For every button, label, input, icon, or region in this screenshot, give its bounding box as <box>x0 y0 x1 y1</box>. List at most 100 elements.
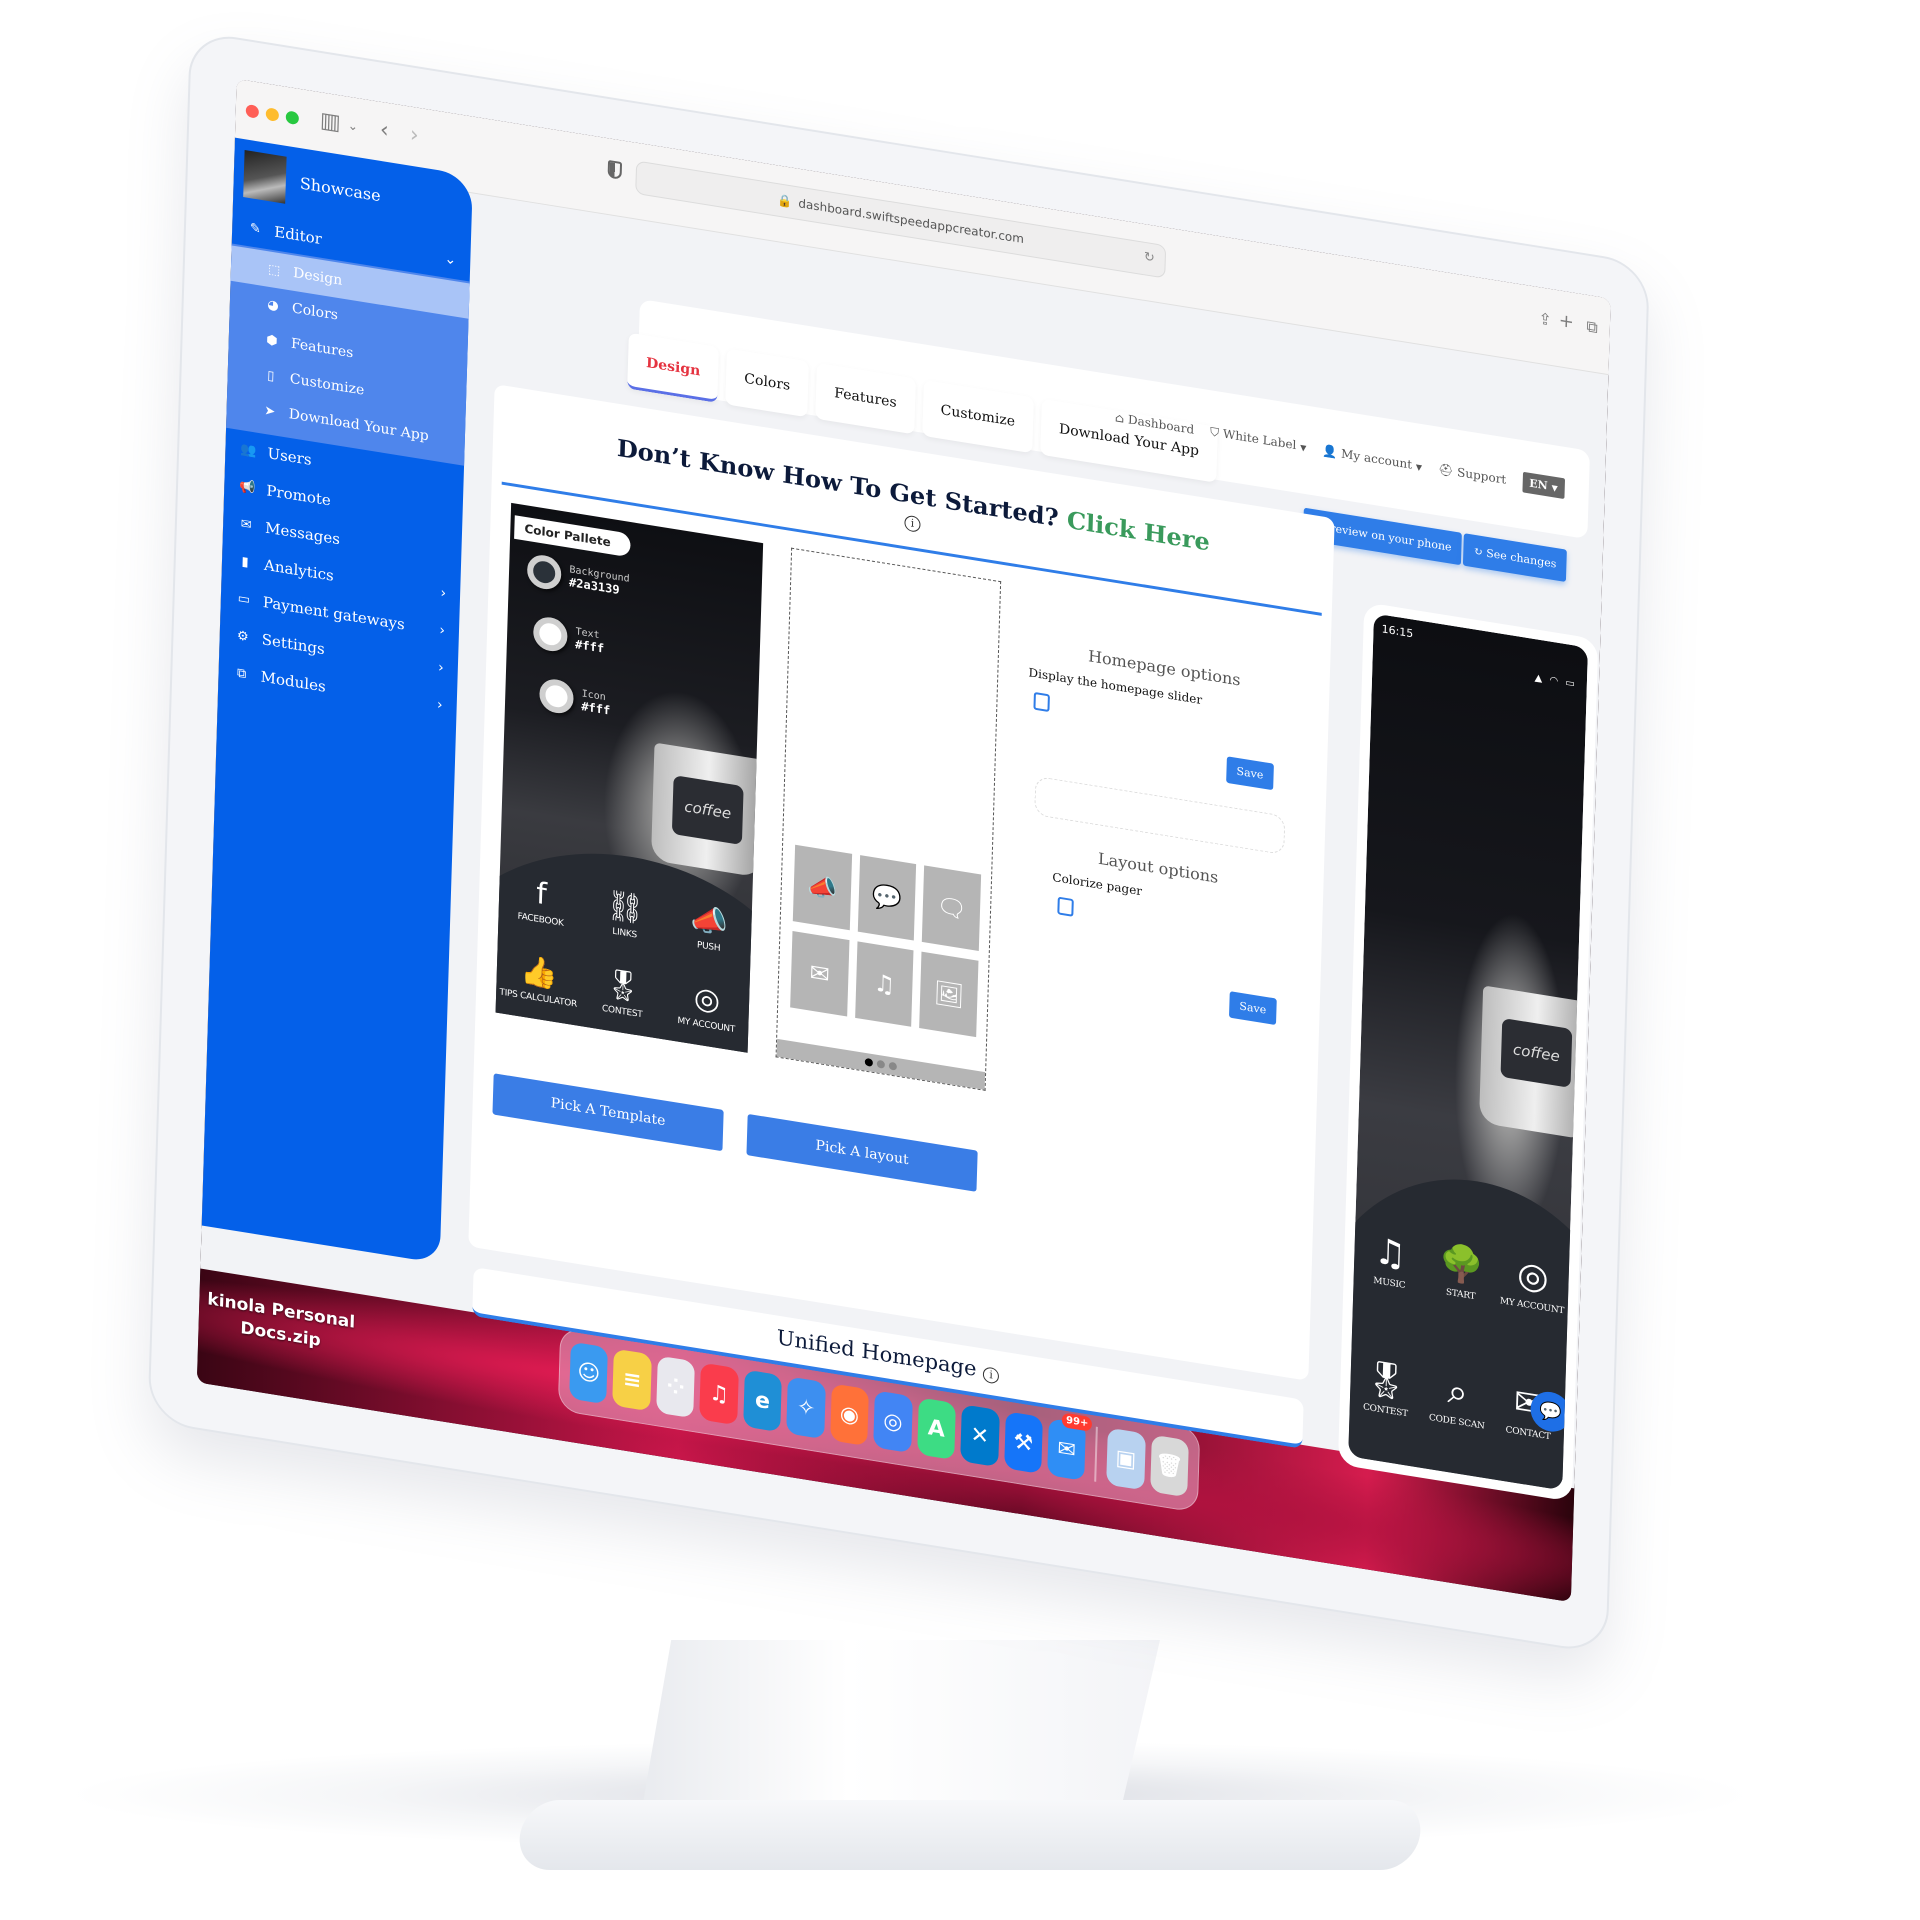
layout-tile-grid: 📣 💬 🗨 ✉ ♫ 🖼 <box>790 844 982 1038</box>
privacy-shield-icon[interactable] <box>607 159 623 180</box>
back-icon[interactable]: ‹ <box>380 118 390 144</box>
preview-on-phone-label: Preview on your phone <box>1322 520 1452 554</box>
app-icon-my-account[interactable]: ◎ MY ACCOUNT <box>1495 1214 1570 1353</box>
dock-app-chrome[interactable]: ◎ <box>873 1390 913 1454</box>
pick-layout-button[interactable]: Pick A layout <box>746 1113 978 1192</box>
pager-dot[interactable] <box>888 1061 897 1071</box>
app-icon-contest[interactable]: 🎖 CONTEST <box>580 948 666 1040</box>
dock-app-launchpad[interactable]: ⁘ <box>656 1355 696 1419</box>
dock-app-xcode[interactable]: ⚒ <box>1003 1411 1043 1474</box>
app-icon-contest[interactable]: 🎖 CONTEST <box>1349 1319 1424 1458</box>
save-homepage-options-button[interactable]: Save <box>1226 756 1274 791</box>
dock-app-preview[interactable]: ▣ <box>1106 1427 1146 1491</box>
tabs-overview-icon[interactable]: ⧉ <box>1586 316 1598 337</box>
share-icon[interactable]: ⇪ <box>1538 309 1552 330</box>
promote-icon: 📢 <box>239 478 256 496</box>
features-icon: ⬢ <box>266 332 278 349</box>
sidebar-item-label: Promote <box>266 481 332 510</box>
chevron-down-icon[interactable]: ⌄ <box>348 118 358 133</box>
app-icon-links[interactable]: ⛓ LINKS <box>582 869 668 961</box>
screen: kinola Personal Docs.zip ☺ ≡ ⁘ ♫ e ✧ ◉ ◎ A ✕ ⚒ ✉ 99+… <box>196 78 1611 1603</box>
heading-text: Don’t Know How To Get Started? <box>616 433 1060 533</box>
new-tab-icon[interactable]: + <box>1558 310 1574 333</box>
layout-preview[interactable]: 📣 💬 🗨 ✉ ♫ 🖼 <box>775 547 1002 1091</box>
xcode-icon: ⚒ <box>1013 1428 1034 1457</box>
app-icon-label: MY ACCOUNT <box>677 1015 736 1036</box>
caret-down-icon: ▼ <box>1415 462 1423 472</box>
caret-down-icon: ▼ <box>1300 443 1307 453</box>
app-icon-push[interactable]: 📣 PUSH <box>666 883 752 975</box>
dock-app-firefox[interactable]: ◉ <box>829 1383 870 1447</box>
sidebar-item-label: Design <box>292 265 343 289</box>
design-icon: ⬚ <box>267 261 281 279</box>
app-icon-start[interactable]: 🌳 START <box>1424 1203 1499 1342</box>
reload-icon[interactable]: ↻ <box>1144 250 1155 266</box>
layout-tile: 📣 <box>792 844 852 931</box>
palette-entry-icon[interactable]: Icon #fff <box>538 676 611 722</box>
click-here-link[interactable]: Click Here <box>1067 505 1211 556</box>
dock-app-android-studio[interactable]: A <box>916 1397 956 1461</box>
template-preview[interactable]: coffee Color Pallete Background #2a3139 Te… <box>495 502 764 1053</box>
dock-app-finder[interactable]: ☺ <box>569 1341 609 1405</box>
app-icon-label: PUSH <box>696 940 721 954</box>
layout-pager <box>776 1038 986 1090</box>
dock-separator <box>1094 1426 1098 1482</box>
dock-app-mail[interactable]: ✉ 99+ <box>1047 1412 1093 1481</box>
coffee-mug-image: coffee <box>650 742 764 878</box>
dock-app-vs-code[interactable]: ✕ <box>960 1404 1000 1468</box>
zoom-window-button[interactable] <box>285 110 300 126</box>
see-changes-button[interactable]: ↻ See changes <box>1463 533 1567 583</box>
messages-icon: ✉ <box>240 516 252 533</box>
tab-colors[interactable]: Colors <box>725 348 810 418</box>
sidebar: Showcase ✎ Editor ⌄ ⬚ Design ◕ Colors ⬢ Featu… <box>201 137 473 1264</box>
palette-entry-text[interactable]: Text #fff <box>532 614 605 660</box>
minimize-window-button[interactable] <box>265 107 280 122</box>
color-palette-title: Color Pallete <box>514 515 632 558</box>
dock-app-music[interactable]: ♫ <box>699 1362 739 1426</box>
color-swatch[interactable] <box>526 552 562 592</box>
contest-icon: 🎖 <box>603 965 643 1007</box>
app-icon-music[interactable]: ♫ MUSIC <box>1352 1192 1427 1331</box>
dock-app-trash[interactable]: 🗑 <box>1149 1434 1189 1498</box>
palette-entry-background[interactable]: Background #2a3139 <box>526 552 630 603</box>
sidebar-toggle-icon[interactable]: ▥ <box>320 108 342 136</box>
customize-icon: ▯ <box>267 367 275 384</box>
editor-submenu: ⬚ Design ◕ Colors ⬢ Features ▯ Customize ➤ Downlo… <box>226 243 470 466</box>
palette-text: Text #fff <box>575 625 605 656</box>
app-icon-facebook[interactable]: f FACEBOOK <box>498 856 584 948</box>
app-icon-my-account[interactable]: ◎ MY ACCOUNT <box>664 961 750 1053</box>
music-icon: ♫ <box>1373 1230 1407 1277</box>
pick-buttons: Pick A Template Pick A layout <box>492 1073 978 1192</box>
app-icon-tips-calculator[interactable]: 👍 TIPS CALCULATOR <box>496 934 582 1026</box>
dock-app-safari[interactable]: ✧ <box>786 1376 826 1440</box>
pick-template-button[interactable]: Pick A Template <box>492 1073 724 1152</box>
forward-icon[interactable]: › <box>410 122 420 148</box>
dock-app-notes[interactable]: ≡ <box>612 1348 652 1412</box>
sidebar-menu: 👥 Users 📢 Promote ✉ Messages ▮ Analytics › ▭ Payme… <box>218 428 464 727</box>
layout-tile: ♫ <box>854 941 914 1027</box>
homepage-slider-checkbox[interactable] <box>1033 691 1050 713</box>
save-layout-options-button[interactable]: Save <box>1228 991 1277 1026</box>
close-window-button[interactable] <box>245 103 260 119</box>
color-swatch[interactable] <box>532 614 568 654</box>
pager-dot[interactable] <box>876 1059 885 1069</box>
preview-icon: ▣ <box>1115 1445 1137 1473</box>
push-icon: 📣 <box>690 900 729 942</box>
user-icon: 👤 <box>1322 443 1338 460</box>
launchpad-icon: ⁘ <box>666 1373 686 1401</box>
app-icon-code-scan[interactable]: ⌕ CODE SCAN <box>1420 1330 1495 1469</box>
dock-app-edge[interactable]: e <box>742 1369 783 1433</box>
phone-status-bar: 16:15 ▲ ◠ ▭ <box>1381 622 1578 690</box>
monitor: kinola Personal Docs.zip ☺ ≡ ⁘ ♫ e ✧ ◉ ◎ A ✕ ⚒ ✉ 99+… <box>140 30 1870 1920</box>
pager-dot[interactable] <box>864 1057 873 1067</box>
app-icon-label: START <box>1445 1287 1476 1303</box>
sidebar-item-label: Features <box>290 335 354 362</box>
finder-icon: ☺ <box>576 1358 601 1388</box>
info-icon[interactable]: i <box>982 1366 1000 1385</box>
colorize-pager-checkbox[interactable] <box>1057 896 1074 917</box>
app-thumbnail <box>243 150 287 204</box>
color-swatch[interactable] <box>538 676 574 716</box>
chevron-right-icon: › <box>436 696 443 714</box>
sidebar-item-label: Settings <box>261 630 326 659</box>
info-icon[interactable]: i <box>904 514 921 533</box>
